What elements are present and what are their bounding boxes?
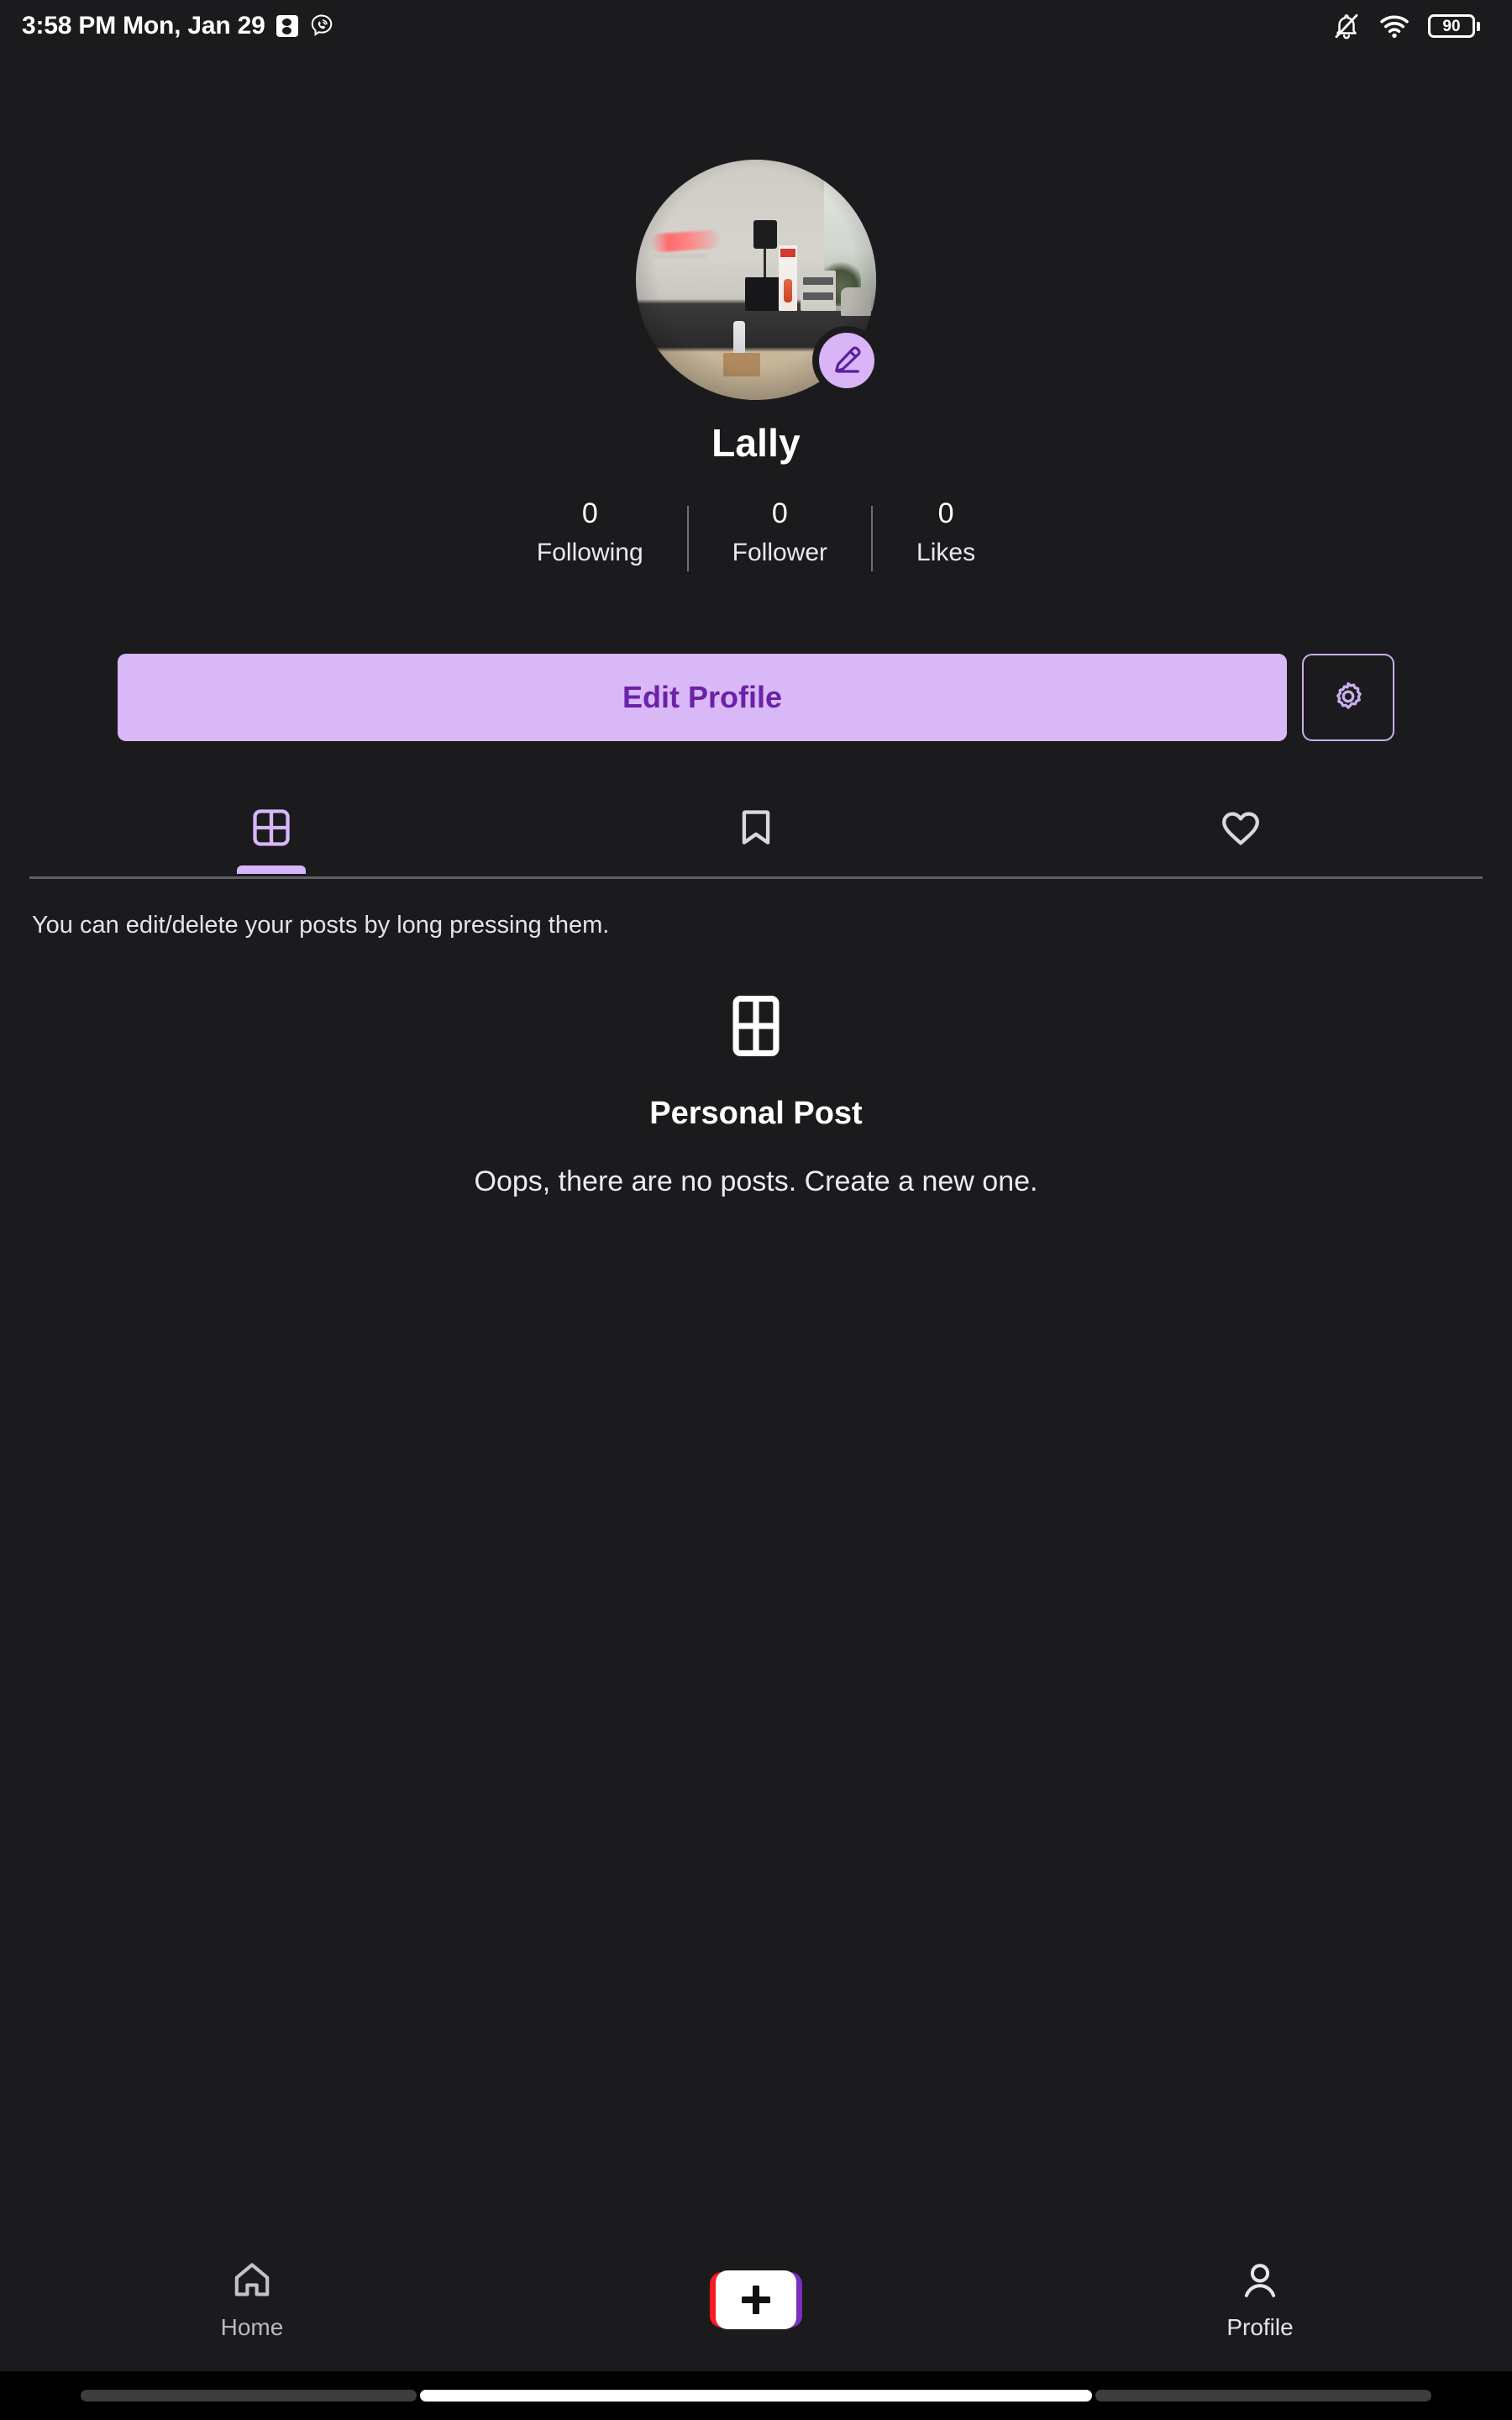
profile-header: Lally 0 Following 0 Follower 0 Likes bbox=[0, 160, 1512, 571]
stats-divider bbox=[686, 506, 689, 571]
profile-tabs bbox=[29, 781, 1483, 874]
pencil-icon bbox=[835, 346, 861, 373]
battery-level: 90 bbox=[1442, 17, 1461, 35]
tab-active-indicator bbox=[237, 865, 307, 874]
edit-profile-button[interactable]: Edit Profile bbox=[118, 654, 1287, 741]
empty-state: Personal Post Oops, there are no posts. … bbox=[0, 992, 1512, 1198]
heart-icon bbox=[1221, 812, 1259, 845]
system-gesture-bar bbox=[0, 2371, 1512, 2420]
settings-button[interactable] bbox=[1302, 654, 1394, 741]
stat-follower[interactable]: 0 Follower bbox=[732, 497, 827, 567]
app-root: 3:58 PM Mon, Jan 29 90 Lally 0 Following… bbox=[0, 0, 1512, 2420]
tabs-divider bbox=[29, 876, 1483, 879]
nav-item-home[interactable]: Home bbox=[0, 2259, 504, 2341]
empty-state-title: Personal Post bbox=[649, 1096, 863, 1131]
stat-following[interactable]: 0 Following bbox=[537, 497, 643, 567]
stat-likes-label: Likes bbox=[916, 539, 976, 567]
create-button-face bbox=[716, 2270, 796, 2329]
status-bar: 3:58 PM Mon, Jan 29 90 bbox=[0, 0, 1512, 52]
wifi-icon bbox=[1380, 15, 1409, 39]
stat-likes[interactable]: 0 Likes bbox=[916, 497, 975, 567]
status-bar-right: 90 bbox=[1332, 12, 1490, 40]
grid-icon bbox=[732, 995, 780, 1057]
battery-indicator: 90 bbox=[1428, 14, 1480, 38]
gear-icon bbox=[1336, 681, 1362, 709]
status-bar-left: 3:58 PM Mon, Jan 29 bbox=[22, 12, 334, 40]
tab-liked[interactable] bbox=[998, 781, 1483, 874]
nav-item-create[interactable] bbox=[504, 2270, 1008, 2329]
mute-bell-icon bbox=[1335, 13, 1358, 39]
grid-icon bbox=[253, 809, 290, 846]
avatar-container bbox=[636, 160, 881, 400]
tab-saved[interactable] bbox=[514, 781, 999, 874]
gesture-bar-right-segment[interactable] bbox=[1095, 2390, 1431, 2402]
person-icon bbox=[1244, 2264, 1276, 2297]
nav-label-home: Home bbox=[220, 2314, 284, 2340]
plus-icon bbox=[742, 2286, 770, 2314]
edit-avatar-button[interactable] bbox=[812, 326, 881, 395]
home-icon bbox=[234, 2263, 270, 2296]
stat-follower-label: Follower bbox=[732, 539, 828, 567]
stat-following-label: Following bbox=[536, 539, 643, 567]
nav-item-profile[interactable]: Profile bbox=[1008, 2259, 1512, 2341]
bookmark-icon bbox=[742, 810, 770, 844]
empty-state-subtitle: Oops, there are no posts. Create a new o… bbox=[474, 1165, 1038, 1197]
bottom-navigation: Home Profile bbox=[0, 2228, 1512, 2371]
gesture-bar-left-segment[interactable] bbox=[81, 2390, 417, 2402]
display-name: Lally bbox=[711, 421, 801, 465]
tab-posts-grid[interactable] bbox=[29, 781, 514, 874]
stats-divider bbox=[871, 506, 874, 571]
gesture-bar-home-handle[interactable] bbox=[420, 2390, 1092, 2402]
stat-following-value: 0 bbox=[581, 497, 598, 529]
viber-icon bbox=[311, 14, 332, 36]
status-clock: 3:58 PM Mon, Jan 29 bbox=[22, 12, 265, 39]
create-post-button[interactable] bbox=[710, 2270, 802, 2329]
stats-row: 0 Following 0 Follower 0 Likes bbox=[537, 497, 975, 571]
stat-follower-value: 0 bbox=[771, 497, 788, 529]
long-press-hint: You can edit/delete your posts by long p… bbox=[32, 912, 610, 939]
edit-profile-label: Edit Profile bbox=[622, 680, 783, 714]
screenshot-badge-icon bbox=[276, 15, 298, 37]
stat-likes-value: 0 bbox=[937, 497, 954, 529]
profile-action-row: Edit Profile bbox=[118, 654, 1394, 741]
nav-label-profile: Profile bbox=[1226, 2314, 1294, 2340]
